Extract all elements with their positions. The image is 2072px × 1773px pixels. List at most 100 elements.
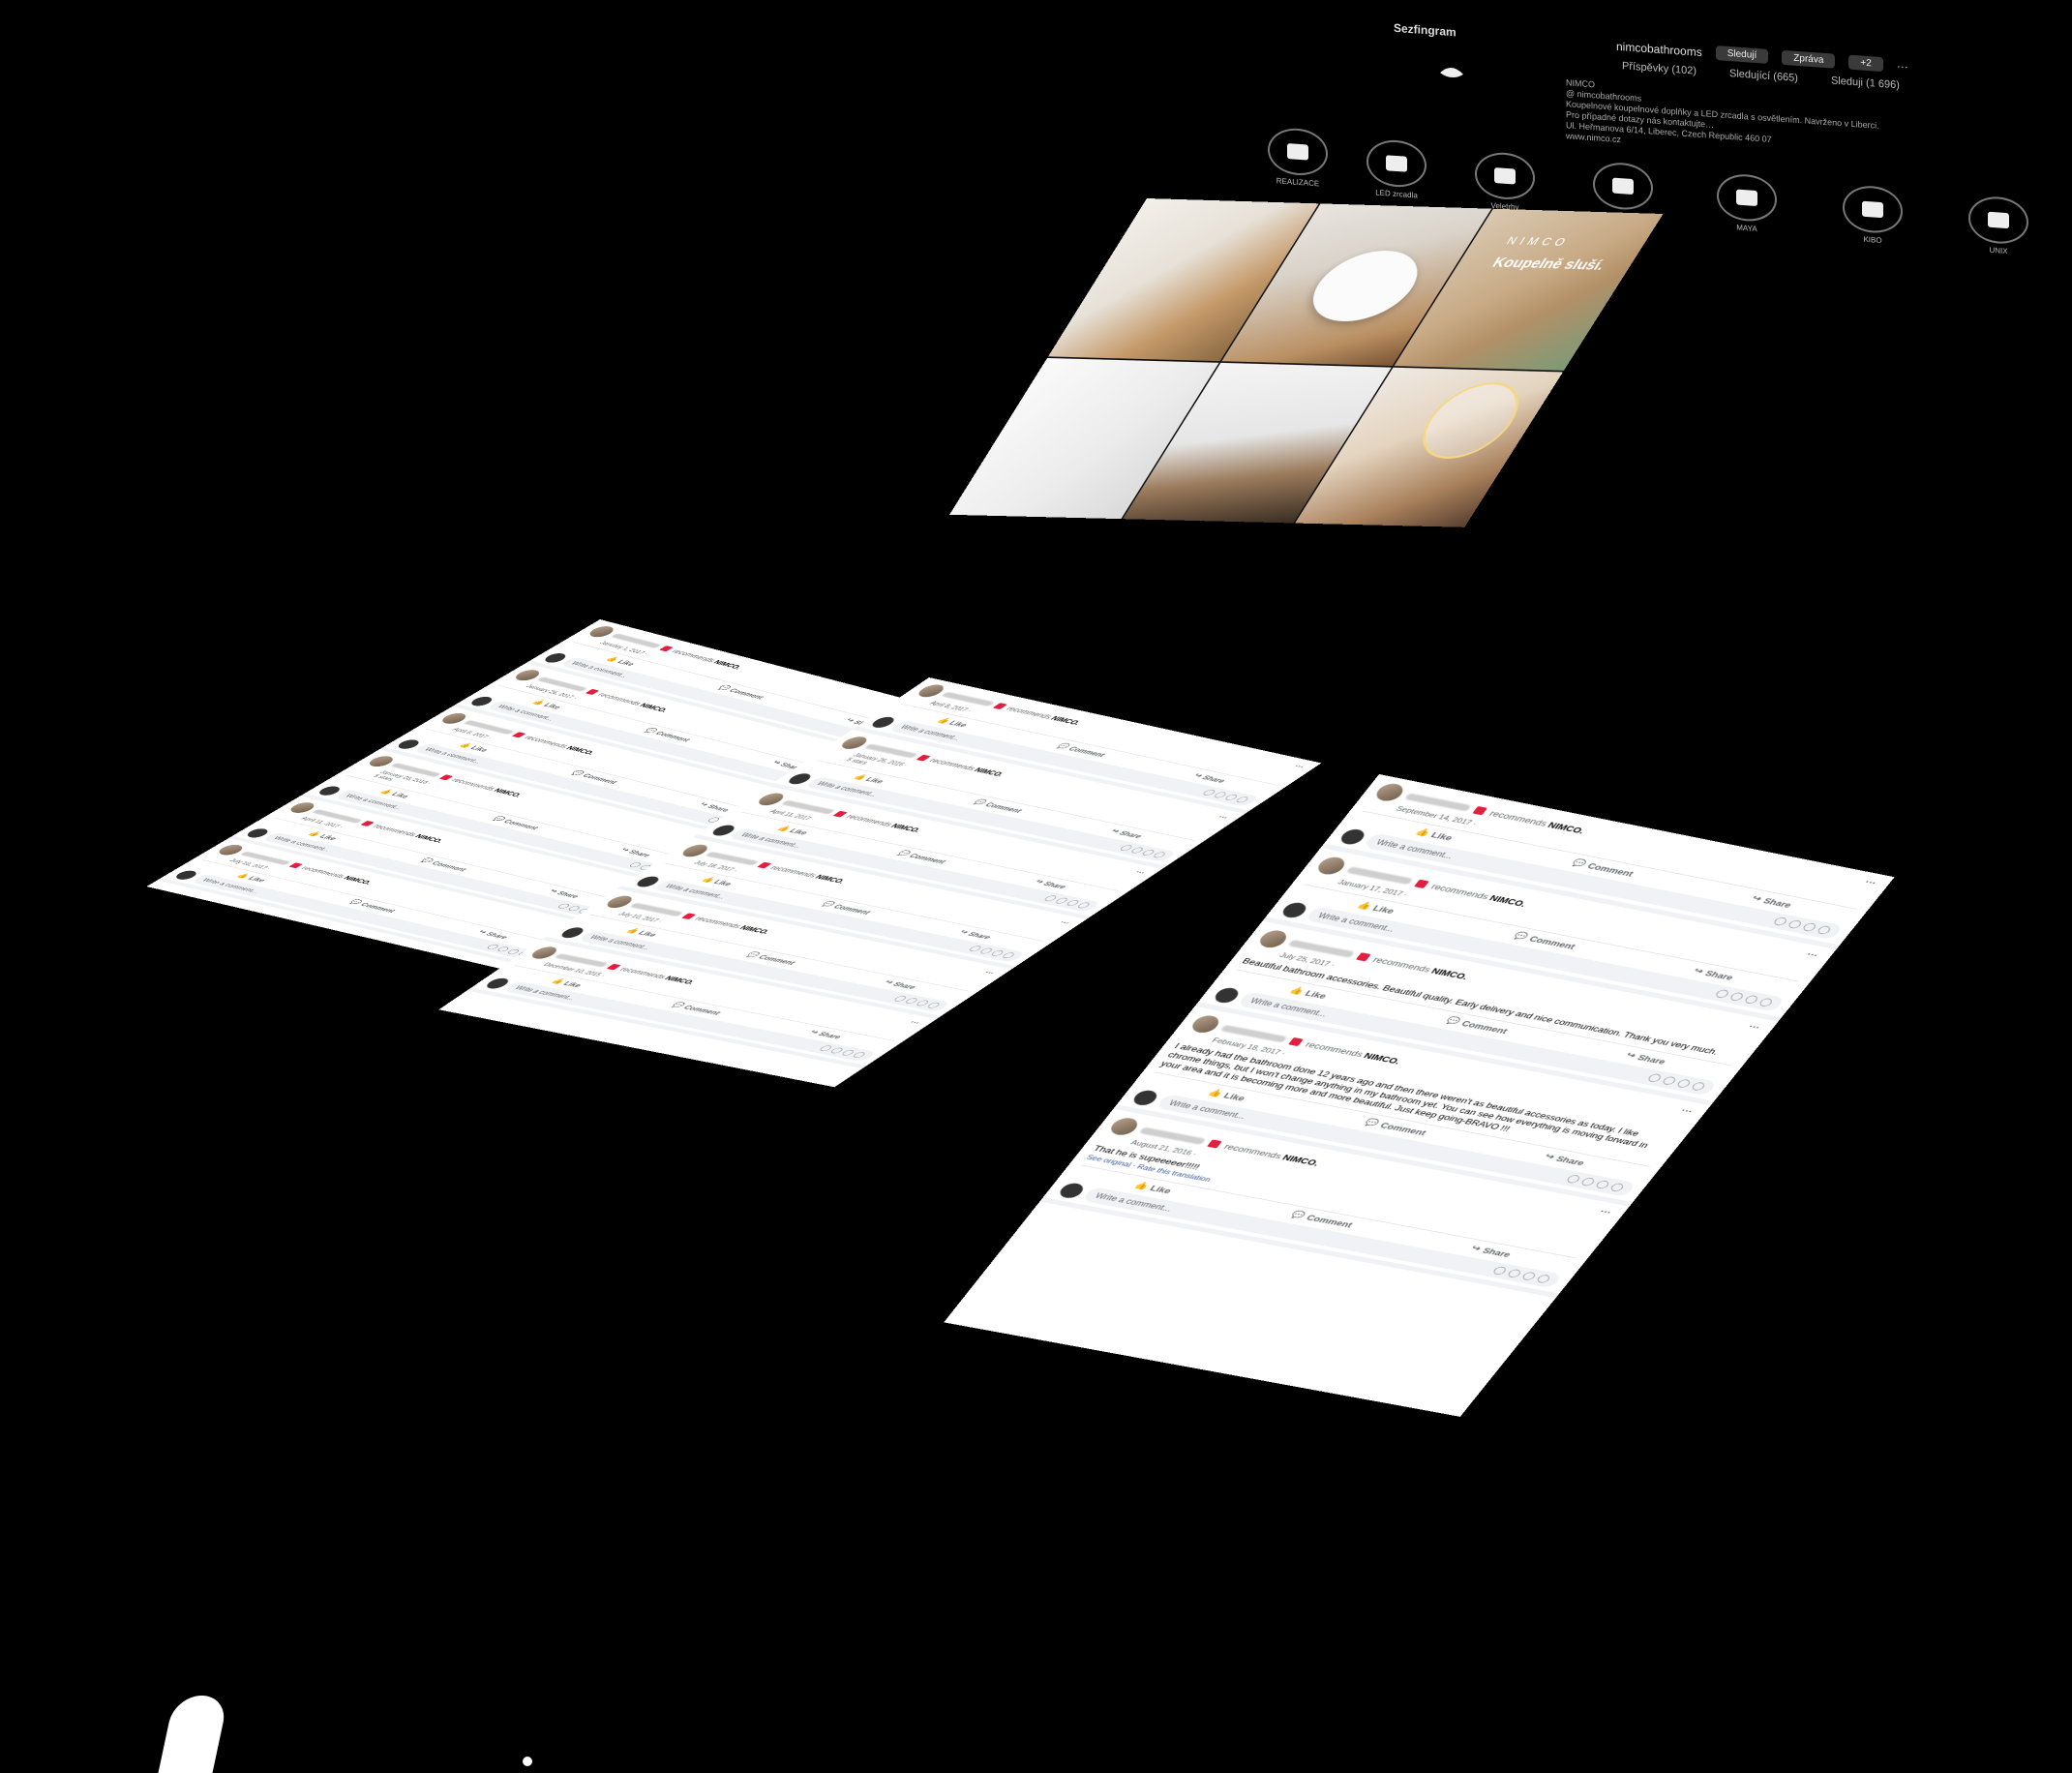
- page-link[interactable]: NIMCO.: [342, 875, 375, 886]
- page-link[interactable]: NIMCO.: [663, 975, 698, 985]
- page-link[interactable]: NIMCO.: [1280, 1153, 1322, 1167]
- comment-tools: [1772, 917, 1833, 936]
- page-link[interactable]: NIMCO.: [1049, 714, 1084, 726]
- sticker-icon[interactable]: [1535, 1274, 1552, 1284]
- gif-icon[interactable]: [1743, 994, 1760, 1005]
- more-icon[interactable]: ···: [1897, 59, 1908, 74]
- gif-icon[interactable]: [1520, 1271, 1538, 1281]
- highlight-realizace[interactable]: REALIZACE: [1268, 126, 1328, 189]
- camera-icon[interactable]: [1579, 1177, 1597, 1187]
- share-label: Share: [1040, 880, 1070, 890]
- share-label: Share: [1553, 1154, 1587, 1167]
- avatar[interactable]: [1106, 1116, 1142, 1137]
- avatar[interactable]: [1313, 855, 1350, 877]
- like-label: Like: [863, 775, 887, 785]
- instagram-photo-grid: NIMCO Koupelně sluší.: [949, 198, 1664, 527]
- camera-icon[interactable]: [1728, 991, 1746, 1002]
- suggest-button[interactable]: +2: [1848, 54, 1883, 73]
- share-button[interactable]: ↪Share: [882, 978, 919, 990]
- camera-icon[interactable]: [1661, 1075, 1678, 1086]
- like-button[interactable]: 👍 Like: [851, 773, 886, 785]
- sticker-icon[interactable]: [925, 1002, 942, 1009]
- bathroom-icon: [1287, 143, 1308, 161]
- like-button[interactable]: 👍 Like: [1413, 826, 1456, 842]
- like-button[interactable]: 👍 Like: [549, 977, 585, 989]
- followers-count[interactable]: Sledující (665): [1729, 68, 1798, 84]
- like-button[interactable]: 👍 Like: [775, 825, 811, 836]
- sticker-icon[interactable]: [1151, 851, 1168, 858]
- gif-icon[interactable]: [1675, 1078, 1693, 1089]
- sticker-icon[interactable]: [1757, 997, 1775, 1007]
- share-label: Share: [1760, 895, 1794, 910]
- page-link[interactable]: NIMCO.: [972, 766, 1006, 778]
- page-link[interactable]: NIMCO.: [492, 787, 525, 797]
- gif-icon[interactable]: [1801, 922, 1818, 933]
- share-button[interactable]: ↪Share: [807, 1029, 845, 1040]
- highlight-kibo[interactable]: KIBO: [1843, 184, 1903, 246]
- comment-tools: [1565, 1174, 1626, 1192]
- highlight-led-zrcadla[interactable]: LED zrcadla: [1366, 137, 1426, 200]
- like-button[interactable]: 👍 Like: [700, 876, 736, 887]
- sticker-icon[interactable]: [1234, 796, 1250, 803]
- page-link[interactable]: NIMCO.: [737, 924, 772, 935]
- highlight-veletrhy[interactable]: Veletrhy: [1475, 150, 1535, 213]
- recommend-flag-icon: [1356, 951, 1371, 962]
- emoji-icon[interactable]: [1565, 1174, 1582, 1185]
- like-label: Like: [1221, 1090, 1248, 1103]
- highlight-unix[interactable]: UNIX: [1968, 195, 2028, 256]
- page-link[interactable]: NIMCO.: [889, 822, 924, 833]
- brand-logo: NIMCO: [1504, 234, 1573, 249]
- sticker-icon[interactable]: [1816, 925, 1833, 936]
- sticker-icon[interactable]: [1075, 901, 1092, 909]
- share-button[interactable]: ↪Share: [956, 928, 994, 940]
- like-button[interactable]: 👍 Like: [935, 716, 971, 728]
- emoji-icon[interactable]: [1714, 988, 1731, 999]
- sticker-icon[interactable]: [1690, 1081, 1707, 1092]
- following-button[interactable]: Sledují: [1715, 45, 1769, 64]
- highlight-label: LED zrcadla: [1375, 188, 1418, 200]
- following-count[interactable]: Sleduji (1 696): [1831, 75, 1900, 91]
- page-link[interactable]: NIMCO.: [1546, 820, 1587, 835]
- share-button[interactable]: ↪Share: [1469, 1244, 1514, 1259]
- emoji-icon[interactable]: [1491, 1266, 1509, 1276]
- page-link[interactable]: NIMCO.: [413, 833, 446, 844]
- avatar[interactable]: [1255, 928, 1291, 950]
- gif-icon[interactable]: [1594, 1180, 1611, 1189]
- share-label: Share: [1117, 828, 1146, 840]
- sticker-icon[interactable]: [1000, 951, 1017, 959]
- share-button[interactable]: ↪Share: [1624, 1050, 1668, 1067]
- like-button[interactable]: 👍 Like: [1355, 900, 1397, 916]
- emoji-icon[interactable]: [1772, 917, 1789, 927]
- avatar[interactable]: [1371, 781, 1408, 803]
- like-button[interactable]: 👍 Like: [1287, 985, 1330, 1001]
- comment-tools: [1042, 894, 1092, 909]
- posts-count[interactable]: Příspěvky (102): [1622, 60, 1697, 76]
- message-button[interactable]: Zpráva: [1782, 49, 1836, 69]
- share-button[interactable]: ↪Share: [1692, 966, 1736, 982]
- page-link[interactable]: NIMCO.: [638, 702, 671, 713]
- page-link[interactable]: NIMCO.: [564, 744, 597, 755]
- highlight-maya[interactable]: MAYA: [1717, 172, 1777, 234]
- share-button[interactable]: ↪Share: [1750, 893, 1794, 910]
- avatar[interactable]: [1187, 1013, 1223, 1035]
- towel-icon: [1862, 200, 1883, 219]
- basin-shape: [1296, 249, 1435, 323]
- share-button[interactable]: ↪Share: [1543, 1152, 1587, 1167]
- camera-icon[interactable]: [1787, 919, 1804, 930]
- camera-icon[interactable]: [1506, 1268, 1523, 1278]
- emoji-icon[interactable]: [1646, 1072, 1664, 1083]
- page-link[interactable]: NIMCO.: [1429, 966, 1471, 980]
- like-button[interactable]: 👍 Like: [624, 926, 660, 938]
- share-label: Share: [816, 1030, 845, 1040]
- comment-tools: [1201, 789, 1250, 803]
- page-link[interactable]: NIMCO.: [1487, 893, 1529, 909]
- sticker-icon[interactable]: [851, 1051, 867, 1059]
- page-link[interactable]: NIMCO.: [1362, 1051, 1403, 1066]
- like-button[interactable]: 👍 Like: [1132, 1180, 1174, 1195]
- like-button[interactable]: 👍 Like: [1206, 1088, 1247, 1103]
- page-link[interactable]: NIMCO.: [711, 659, 744, 671]
- sticker-icon[interactable]: [1608, 1182, 1626, 1192]
- highlight-label: UNIX: [1989, 245, 2008, 256]
- share-label: Share: [626, 848, 654, 858]
- page-link[interactable]: NIMCO.: [813, 873, 848, 885]
